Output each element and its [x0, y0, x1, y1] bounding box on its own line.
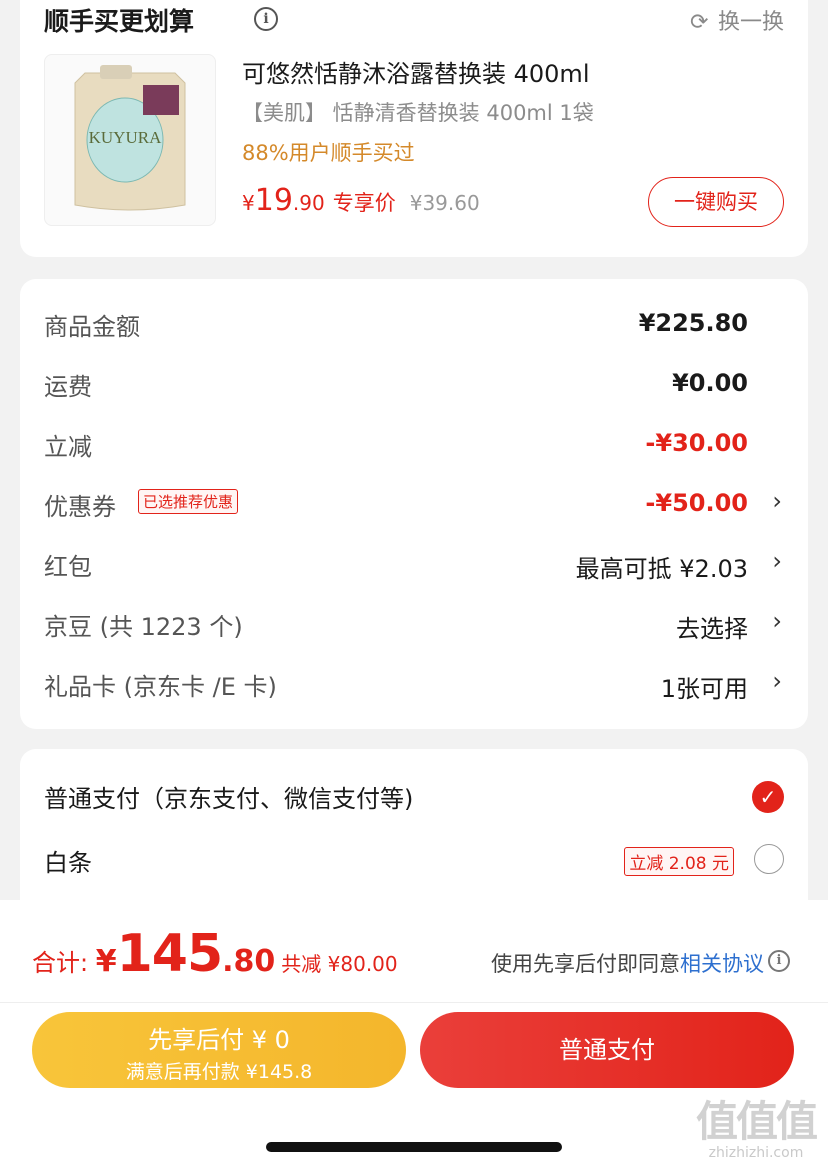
order-summary-card: 商品金额 ¥225.80 运费 ¥0.00 立减 -¥30.00 优惠券 已选推… [20, 279, 808, 729]
total-decimal: .80 [222, 944, 276, 979]
summary-row-jd-beans[interactable]: 京豆 (共 1223 个) 去选择 › [44, 595, 784, 655]
chevron-right-icon: › [772, 547, 782, 575]
order-total: 合计: ¥145.80 共减 ¥80.00 [32, 924, 398, 984]
swap-label: 换一换 [717, 10, 784, 35]
summary-label: 红包 [44, 553, 92, 581]
normal-pay-button[interactable]: 普通支付 [420, 1012, 794, 1088]
payment-option-normal[interactable]: 普通支付（京东支付、微信支付等) [44, 779, 413, 814]
summary-value: ¥225.80 [638, 309, 748, 337]
total-integer: 145 [116, 924, 224, 984]
product-name[interactable]: 可悠然恬静沐浴露替换装 400ml [242, 54, 589, 89]
price-tag: 专享价 [332, 191, 396, 215]
summary-label: 京豆 (共 1223 个) [44, 613, 243, 641]
checked-radio-icon[interactable]: ✓ [752, 781, 784, 813]
product-price: ¥19.90 专享价 ¥39.60 [242, 183, 480, 218]
price-decimal: .90 [292, 191, 325, 215]
brand-logo-text: KUYURA [89, 128, 162, 147]
price-currency: ¥ [242, 191, 255, 215]
unchecked-radio-icon[interactable] [754, 844, 784, 874]
agreement-prefix: 使用先享后付即同意 [491, 952, 680, 976]
summary-value: -¥30.00 [645, 429, 748, 457]
payment-option-baitiao[interactable]: 白条 [44, 843, 92, 878]
summary-label: 立减 [44, 433, 92, 461]
watermark-glyphs: 值值值 [695, 1097, 818, 1146]
divider [0, 1002, 828, 1003]
chevron-right-icon: › [772, 607, 782, 635]
chevron-right-icon: › [772, 487, 782, 515]
summary-row-gift-card[interactable]: 礼品卡 (京东卡 /E 卡) 1张可用 › [44, 655, 784, 715]
chevron-right-icon: › [772, 667, 782, 695]
summary-value: 去选择 [676, 615, 748, 643]
summary-value: -¥50.00 [645, 489, 748, 517]
pay-later-button[interactable]: 先享后付 ¥ 0 满意后再付款 ¥145.8 [32, 1012, 406, 1088]
summary-value: 1张可用 [660, 675, 748, 703]
summary-label: 运费 [44, 373, 92, 401]
total-label: 合计: [32, 949, 96, 977]
summary-row-instant-discount: 立减 -¥30.00 [44, 415, 784, 475]
total-currency: ¥ [95, 944, 117, 979]
watermark-logo: 值值值 zhizhizhi.com [695, 1088, 818, 1161]
one-click-buy-button[interactable]: 一键购买 [648, 177, 784, 227]
deal-header: 顺手买更划算 i ⟳ 换一换 [44, 2, 784, 38]
original-price: ¥39.60 [409, 191, 480, 215]
summary-label: 优惠券 [44, 493, 116, 521]
info-icon[interactable]: i [768, 950, 790, 972]
agreement-text: 使用先享后付即同意相关协议 [491, 948, 764, 978]
checkout-bar: 合计: ¥145.80 共减 ¥80.00 使用先享后付即同意相关协议 i 先享后… [0, 900, 828, 1168]
info-icon[interactable]: i [254, 7, 278, 31]
agreement-link[interactable]: 相关协议 [680, 952, 764, 976]
summary-row-red-packet[interactable]: 红包 最高可抵 ¥2.03 › [44, 535, 784, 595]
summary-value: 最高可抵 ¥2.03 [575, 555, 748, 583]
coupon-badge: 已选推荐优惠 [138, 489, 239, 514]
summary-row-shipping: 运费 ¥0.00 [44, 355, 784, 415]
total-discount: 共减 ¥80.00 [281, 952, 398, 976]
product-image[interactable]: KUYURA [44, 54, 216, 226]
shampoo-pouch-image: KUYURA [74, 65, 186, 211]
deal-title: 顺手买更划算 [44, 7, 195, 36]
price-integer: 19 [254, 183, 293, 218]
swap-button[interactable]: ⟳ 换一换 [690, 4, 784, 36]
home-indicator[interactable] [266, 1142, 562, 1152]
refresh-icon: ⟳ [689, 10, 709, 35]
summary-label: 礼品卡 (京东卡 /E 卡) [44, 673, 277, 701]
summary-value: ¥0.00 [672, 369, 748, 397]
social-proof: 88%用户顺手买过 [242, 141, 415, 165]
product-spec: 【美肌】 恬静清香替换装 400ml 1袋 [242, 101, 594, 125]
pay-later-sublabel: 满意后再付款 ¥145.8 [125, 1061, 313, 1083]
baitiao-discount-badge: 立减 2.08 元 [624, 847, 734, 876]
pay-later-label: 先享后付 ¥ 0 [148, 1026, 290, 1054]
summary-label: 商品金额 [44, 313, 140, 341]
summary-row-goods: 商品金额 ¥225.80 [44, 295, 784, 355]
summary-row-coupon[interactable]: 优惠券 已选推荐优惠 -¥50.00 › [44, 475, 784, 535]
deal-card: 顺手买更划算 i ⟳ 换一换 KUYURA 可悠然恬静沐浴露替换装 400ml 【… [20, 0, 808, 257]
